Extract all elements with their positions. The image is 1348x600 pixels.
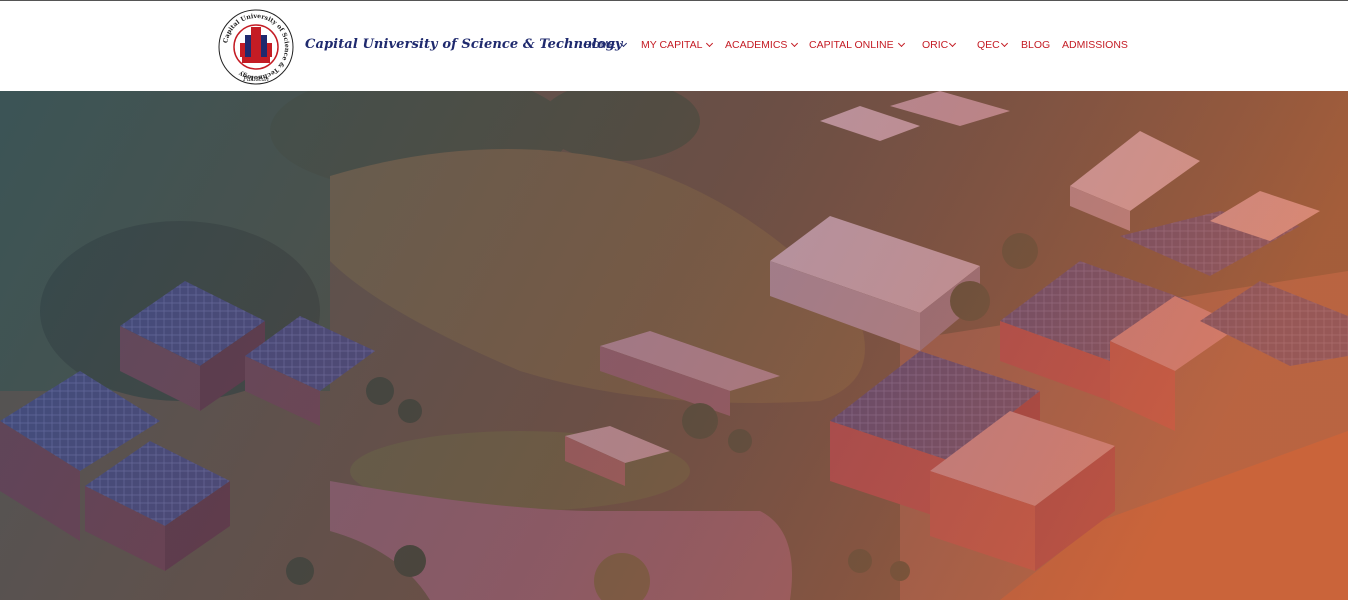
nav-oric[interactable]: ORIC <box>922 39 957 51</box>
nav-academics-label: ACADEMICS <box>725 39 788 51</box>
chevron-down-icon <box>949 39 957 48</box>
nav-academics[interactable]: ACADEMICS <box>725 39 799 51</box>
chevron-down-icon <box>791 39 799 48</box>
chevron-down-icon <box>619 39 627 48</box>
chevron-down-icon <box>897 39 905 48</box>
logo-bottom-text: Pakistan <box>242 76 269 83</box>
campus-aerial-illustration <box>0 91 1348 600</box>
site-header: Capital University of Science & Technolo… <box>0 0 1348 91</box>
university-logo[interactable]: Capital University of Science & Technolo… <box>218 9 294 85</box>
nav-admissions-label: ADMISSIONS <box>1062 39 1128 51</box>
nav-oric-label: ORIC <box>922 39 949 51</box>
nav-qec-label: QEC <box>977 39 1000 51</box>
chevron-down-icon <box>1000 39 1008 48</box>
nav-capital-online-label: CAPITAL ONLINE <box>809 39 894 51</box>
nav-home-label: HOME <box>584 39 616 51</box>
nav-my-capital[interactable]: MY CAPITAL <box>641 39 714 51</box>
hero-campus-image <box>0 91 1348 600</box>
nav-qec[interactable]: QEC <box>977 39 1008 51</box>
brand-name[interactable]: Capital University of Science & Technolo… <box>305 37 623 52</box>
nav-capital-online[interactable]: CAPITAL ONLINE <box>809 39 905 51</box>
nav-blog-label: BLOG <box>1021 39 1051 51</box>
nav-blog[interactable]: BLOG <box>1021 39 1050 51</box>
chevron-down-icon <box>706 39 714 48</box>
nav-my-capital-label: MY CAPITAL <box>641 39 703 51</box>
nav-home[interactable]: HOME <box>584 39 627 51</box>
nav-admissions[interactable]: ADMISSIONS <box>1062 39 1128 51</box>
